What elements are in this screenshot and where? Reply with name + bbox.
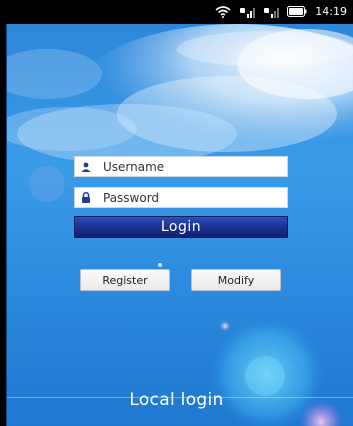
signal-icon bbox=[239, 6, 256, 18]
modify-button[interactable]: Modify bbox=[191, 269, 281, 291]
username-field[interactable] bbox=[74, 156, 288, 177]
login-screen: 14:19 Username Login Register Modify Loc… bbox=[0, 0, 353, 426]
local-login-label: Local login bbox=[129, 390, 224, 410]
lock-icon bbox=[75, 192, 97, 203]
password-input[interactable] bbox=[97, 188, 283, 207]
battery-icon bbox=[287, 6, 307, 17]
signal-icon bbox=[263, 6, 280, 18]
local-login-link[interactable]: Local login bbox=[0, 390, 353, 410]
status-time: 14:19 bbox=[315, 5, 347, 18]
register-button-label: Register bbox=[102, 273, 148, 287]
password-field[interactable] bbox=[74, 187, 288, 208]
username-input[interactable] bbox=[97, 157, 283, 176]
wifi-icon bbox=[215, 5, 231, 18]
login-button-label: Login bbox=[160, 219, 202, 235]
login-button[interactable]: Login bbox=[74, 216, 288, 238]
status-bar: 14:19 bbox=[0, 0, 353, 24]
user-icon bbox=[75, 162, 97, 172]
register-button[interactable]: Register bbox=[80, 269, 170, 291]
modify-button-label: Modify bbox=[217, 273, 255, 287]
